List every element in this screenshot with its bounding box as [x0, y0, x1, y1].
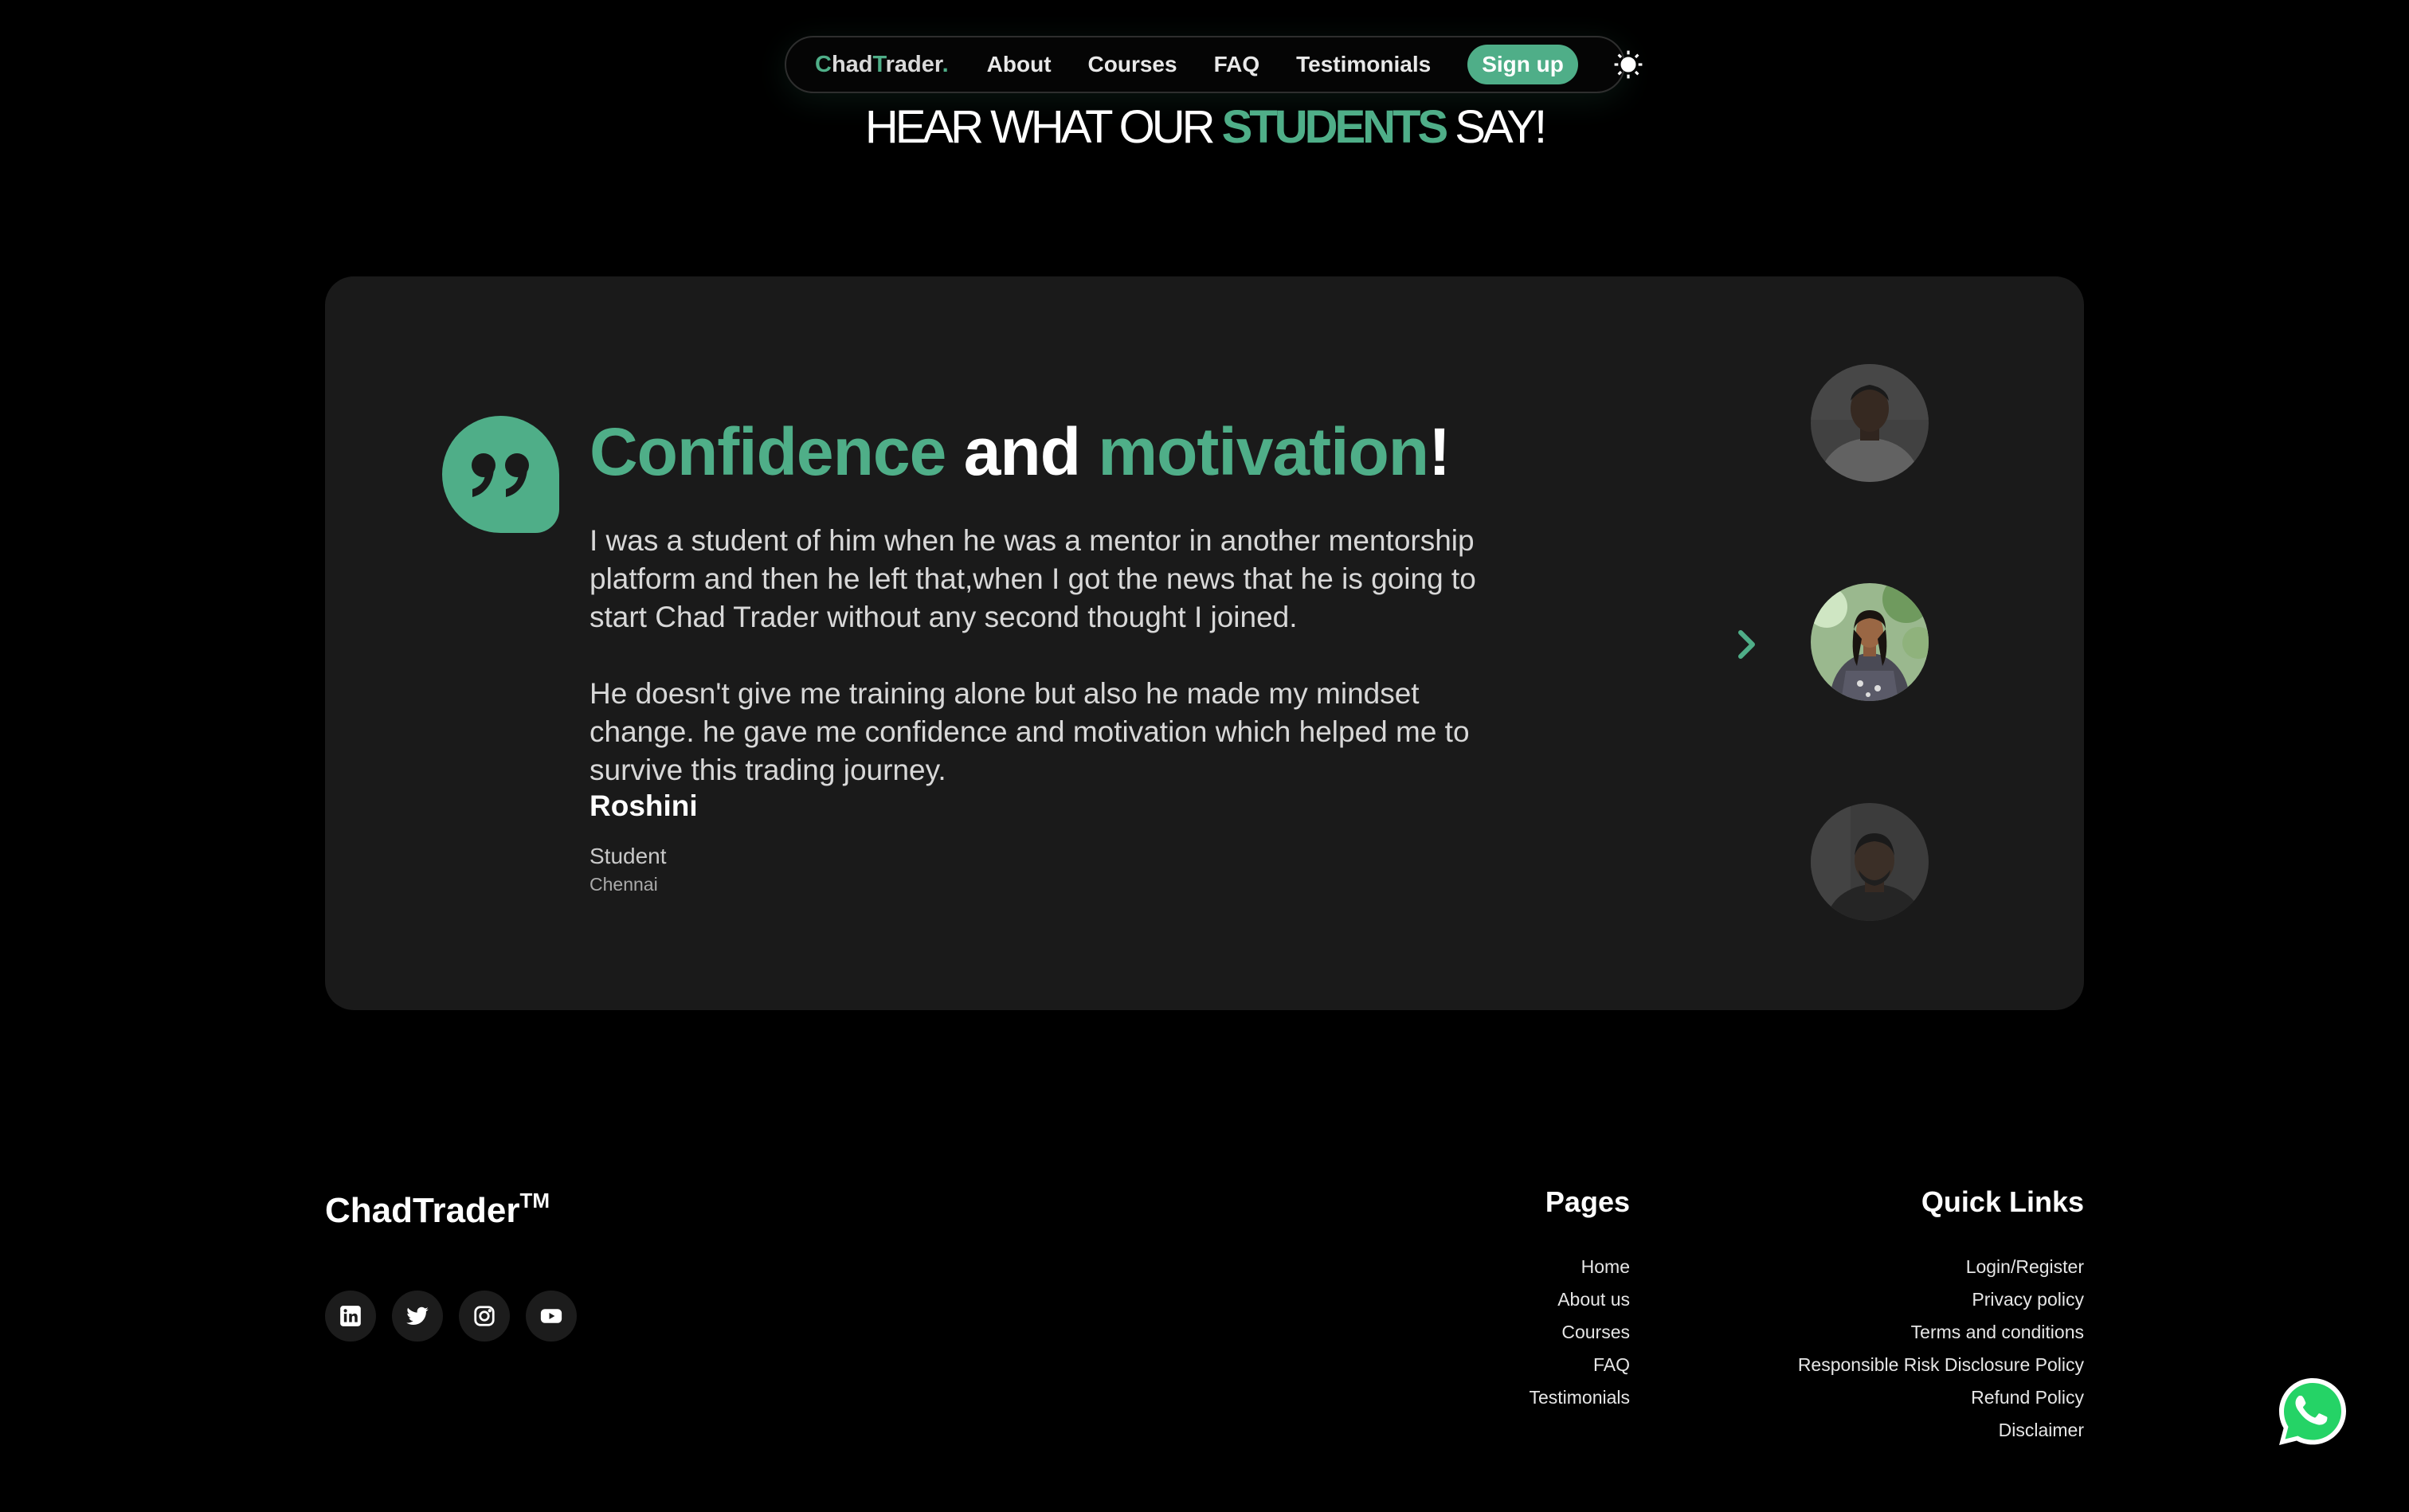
- linkedin-button[interactable]: [325, 1291, 376, 1342]
- testimonial-city: Chennai: [590, 874, 658, 895]
- footer-link-login-register[interactable]: Login/Register: [1798, 1251, 2084, 1283]
- linkedin-icon: [340, 1306, 361, 1326]
- theme-toggle-button[interactable]: [1613, 49, 1643, 80]
- logo-letter-c: C: [815, 51, 832, 77]
- section-heading: HEAR WHAT OUR STUDENTS SAY!: [0, 100, 2409, 154]
- instagram-button[interactable]: [459, 1291, 510, 1342]
- next-testimonial-button[interactable]: [1731, 625, 1763, 664]
- top-nav: ChadTrader. About Courses FAQ Testimonia…: [785, 36, 1643, 93]
- footer-pages-title: Pages: [1545, 1185, 1630, 1218]
- footer-link-disclaimer[interactable]: Disclaimer: [1798, 1414, 2084, 1447]
- footer-link-home[interactable]: Home: [1529, 1251, 1630, 1283]
- youtube-button[interactable]: [526, 1291, 577, 1342]
- footer-link-privacy-policy[interactable]: Privacy policy: [1798, 1283, 2084, 1316]
- footer-link-about-us[interactable]: About us: [1529, 1283, 1630, 1316]
- title-word-and: and: [946, 414, 1099, 489]
- testimonial-card: Confidence and motivation! I was a stude…: [325, 276, 2084, 1010]
- footer-brand-text: ChadTrader: [325, 1191, 520, 1230]
- nav-link-testimonials[interactable]: Testimonials: [1296, 52, 1431, 77]
- sun-icon: [1614, 50, 1643, 79]
- title-word-confidence: Confidence: [590, 414, 946, 489]
- footer-link-terms[interactable]: Terms and conditions: [1798, 1316, 2084, 1349]
- quote-icon: [442, 416, 559, 533]
- heading-text-after: SAY!: [1445, 101, 1547, 153]
- signup-button[interactable]: Sign up: [1467, 45, 1578, 84]
- testimonial-paragraph-2: He doesn't give me training alone but al…: [590, 677, 1470, 786]
- whatsapp-icon: [2279, 1378, 2346, 1445]
- logo-text-had: had: [831, 51, 873, 77]
- logo-letter-t: T: [872, 51, 886, 77]
- footer-brand-tm: TM: [519, 1189, 550, 1212]
- footer-link-risk-disclosure[interactable]: Responsible Risk Disclosure Policy: [1798, 1349, 2084, 1381]
- heading-text-accent: STUDENTS: [1221, 101, 1449, 153]
- twitter-button[interactable]: [392, 1291, 443, 1342]
- instagram-icon: [474, 1306, 495, 1326]
- footer-quick-links-column: Quick Links Login/Register Privacy polic…: [1798, 1185, 2084, 1447]
- logo-dot: .: [942, 51, 949, 77]
- footer-link-testimonials[interactable]: Testimonials: [1529, 1381, 1630, 1414]
- footer-pages-column: Pages Home About us Courses FAQ Testimon…: [1529, 1185, 1630, 1414]
- nav-link-faq[interactable]: FAQ: [1214, 52, 1260, 77]
- avatar-testimonial-3[interactable]: [1811, 803, 1929, 921]
- avatar-testimonial-2-active[interactable]: [1811, 583, 1929, 701]
- footer-link-refund-policy[interactable]: Refund Policy: [1798, 1381, 2084, 1414]
- testimonial-paragraph-1: I was a student of him when he was a men…: [590, 524, 1476, 633]
- testimonial-role: Student: [590, 844, 667, 868]
- logo-text-rader: rader: [885, 51, 942, 77]
- testimonial-body: I was a student of him when he was a men…: [590, 522, 1482, 789]
- footer-quick-links-title: Quick Links: [1921, 1185, 2084, 1218]
- testimonial-title: Confidence and motivation!: [590, 413, 1451, 491]
- chevron-right-icon: [1738, 630, 1755, 659]
- testimonial-author: Roshini: [590, 789, 698, 822]
- avatar-testimonial-1[interactable]: [1811, 364, 1929, 482]
- footer-link-courses[interactable]: Courses: [1529, 1316, 1630, 1349]
- footer-brand: ChadTraderTM: [325, 1189, 550, 1231]
- title-exclamation: !: [1428, 414, 1451, 489]
- nav-logo[interactable]: ChadTrader.: [815, 52, 949, 78]
- twitter-icon: [406, 1306, 429, 1325]
- nav-link-courses[interactable]: Courses: [1088, 52, 1177, 77]
- nav-link-about[interactable]: About: [987, 52, 1052, 77]
- title-word-motivation: motivation: [1098, 414, 1429, 489]
- whatsapp-button[interactable]: [2274, 1373, 2351, 1450]
- social-links: [325, 1291, 577, 1342]
- heading-text-before: HEAR WHAT OUR: [864, 101, 1222, 153]
- footer-link-faq[interactable]: FAQ: [1529, 1349, 1630, 1381]
- youtube-icon: [540, 1309, 562, 1323]
